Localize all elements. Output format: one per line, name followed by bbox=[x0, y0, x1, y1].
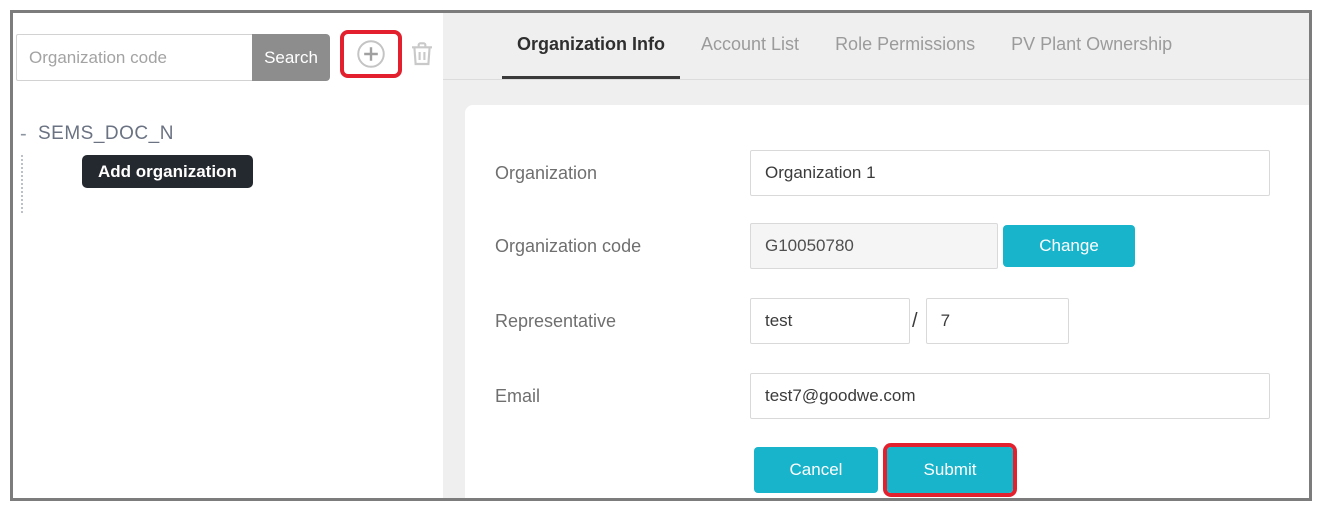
cancel-button[interactable]: Cancel bbox=[754, 447, 878, 493]
organization-detail-panel: Organization Info Account List Role Perm… bbox=[443, 13, 1309, 498]
add-organization-tooltip: Add organization bbox=[82, 155, 253, 188]
submit-highlight-annotation: Submit bbox=[883, 443, 1017, 497]
tree-guide-line bbox=[21, 155, 23, 213]
tree-collapse-toggle[interactable]: - bbox=[20, 122, 27, 146]
trash-icon bbox=[406, 38, 438, 70]
form-actions-row: Cancel Submit bbox=[495, 443, 1017, 497]
screenshot-stage: Search bbox=[0, 0, 1322, 511]
organization-code-label: Organization code bbox=[495, 235, 642, 256]
organization-label: Organization bbox=[495, 162, 598, 183]
tab-pv-plant-ownership[interactable]: PV Plant Ownership bbox=[996, 13, 1187, 79]
representative-name-input[interactable] bbox=[750, 298, 910, 344]
representative-row: Representative / bbox=[495, 298, 1069, 344]
organization-info-card: Organization Organization code Change Re… bbox=[465, 105, 1309, 498]
delete-organization-button[interactable] bbox=[405, 37, 439, 71]
representative-number-input[interactable] bbox=[925, 298, 1069, 344]
add-organization-button[interactable] bbox=[353, 36, 389, 72]
submit-button[interactable]: Submit bbox=[887, 447, 1013, 493]
organization-row: Organization bbox=[495, 150, 1270, 196]
app-frame: Search bbox=[10, 10, 1312, 501]
tree-node-root[interactable]: SEMS_DOC_N bbox=[38, 123, 174, 145]
email-input[interactable] bbox=[750, 373, 1270, 419]
detail-tabs: Organization Info Account List Role Perm… bbox=[443, 13, 1309, 80]
organization-code-search-input[interactable] bbox=[16, 34, 252, 81]
tab-organization-info[interactable]: Organization Info bbox=[502, 13, 680, 79]
organization-tree-sidebar: Search bbox=[13, 13, 443, 498]
representative-separator: / bbox=[912, 309, 918, 332]
representative-label: Representative bbox=[495, 310, 617, 331]
plus-circle-icon bbox=[354, 37, 388, 71]
tab-role-permissions[interactable]: Role Permissions bbox=[820, 13, 990, 79]
organization-code-input bbox=[750, 223, 998, 269]
email-row: Email bbox=[495, 373, 1270, 419]
organization-name-input[interactable] bbox=[750, 150, 1270, 196]
email-label: Email bbox=[495, 385, 541, 406]
organization-code-row: Organization code Change bbox=[495, 223, 1135, 269]
search-button[interactable]: Search bbox=[252, 34, 330, 81]
add-organization-highlight-annotation bbox=[340, 30, 402, 78]
tab-account-list[interactable]: Account List bbox=[686, 13, 814, 79]
change-code-button[interactable]: Change bbox=[1003, 225, 1135, 267]
